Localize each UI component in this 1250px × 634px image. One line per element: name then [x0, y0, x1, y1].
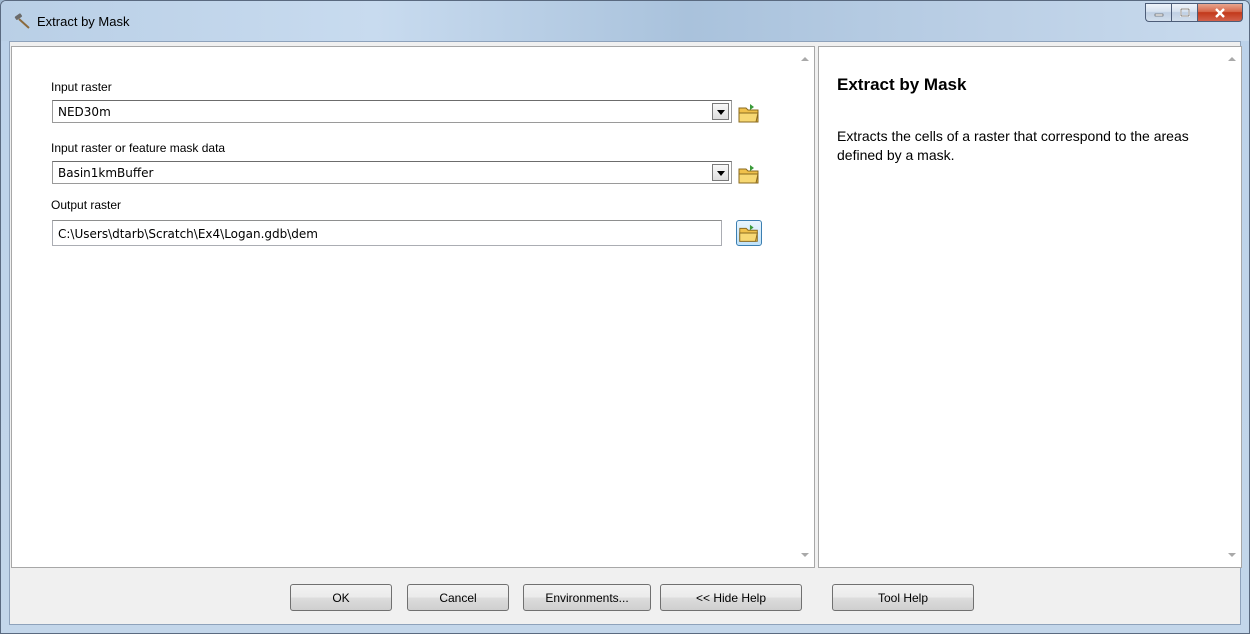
input-raster-combo[interactable]: NED30m: [52, 100, 732, 123]
mask-dropdown-arrow-icon[interactable]: [712, 164, 729, 181]
minimize-button[interactable]: [1145, 3, 1171, 22]
maximize-button[interactable]: [1171, 3, 1197, 22]
open-folder-icon: [738, 104, 759, 123]
cancel-button[interactable]: Cancel: [407, 584, 509, 611]
title-bar[interactable]: Extract by Mask: [1, 1, 1249, 41]
scroll-down-icon[interactable]: [801, 553, 809, 557]
help-title: Extract by Mask: [837, 75, 967, 94]
input-raster-label: Input raster: [51, 80, 112, 94]
input-raster-browse-button[interactable]: [736, 100, 762, 126]
help-pane: Extract by Mask Extracts the cells of a …: [818, 46, 1242, 568]
help-description: Extracts the cells of a raster that corr…: [837, 128, 1189, 163]
window-controls: [1145, 3, 1243, 23]
open-folder-icon: [739, 224, 758, 242]
maximize-icon: [1179, 8, 1190, 17]
input-raster-dropdown-arrow-icon[interactable]: [712, 103, 729, 120]
dialog-window: Extract by Mask Input raster NED30m Inpu…: [0, 0, 1250, 634]
mask-browse-button[interactable]: [736, 161, 762, 187]
ok-button[interactable]: OK: [290, 584, 392, 611]
environments-button[interactable]: Environments...: [523, 584, 651, 611]
hammer-icon: [13, 12, 31, 30]
mask-combo[interactable]: Basin1kmBuffer: [52, 161, 732, 184]
input-raster-value: NED30m: [58, 105, 111, 119]
dialog-client: Input raster NED30m Input raster or feat…: [9, 41, 1242, 625]
tool-help-button[interactable]: Tool Help: [832, 584, 974, 611]
output-raster-input[interactable]: C:\Users\dtarb\Scratch\Ex4\Logan.gdb\dem: [52, 220, 722, 246]
scroll-down-icon[interactable]: [1228, 553, 1236, 557]
scroll-up-icon[interactable]: [801, 57, 809, 61]
help-scrollbar[interactable]: [1224, 47, 1241, 567]
minimize-icon: [1154, 13, 1163, 16]
parameters-pane: Input raster NED30m Input raster or feat…: [11, 46, 815, 568]
hide-help-button[interactable]: << Hide Help: [660, 584, 802, 611]
mask-value: Basin1kmBuffer: [58, 166, 154, 180]
output-raster-value: C:\Users\dtarb\Scratch\Ex4\Logan.gdb\dem: [58, 227, 318, 241]
output-raster-browse-button[interactable]: [736, 220, 762, 246]
window-title: Extract by Mask: [37, 14, 130, 29]
scroll-up-icon[interactable]: [1228, 57, 1236, 61]
close-button[interactable]: [1197, 3, 1243, 22]
mask-label: Input raster or feature mask data: [51, 141, 226, 155]
output-raster-label: Output raster: [51, 198, 122, 212]
close-icon: [1215, 7, 1225, 18]
open-folder-icon: [738, 165, 759, 184]
parameters-scrollbar[interactable]: [797, 47, 814, 567]
